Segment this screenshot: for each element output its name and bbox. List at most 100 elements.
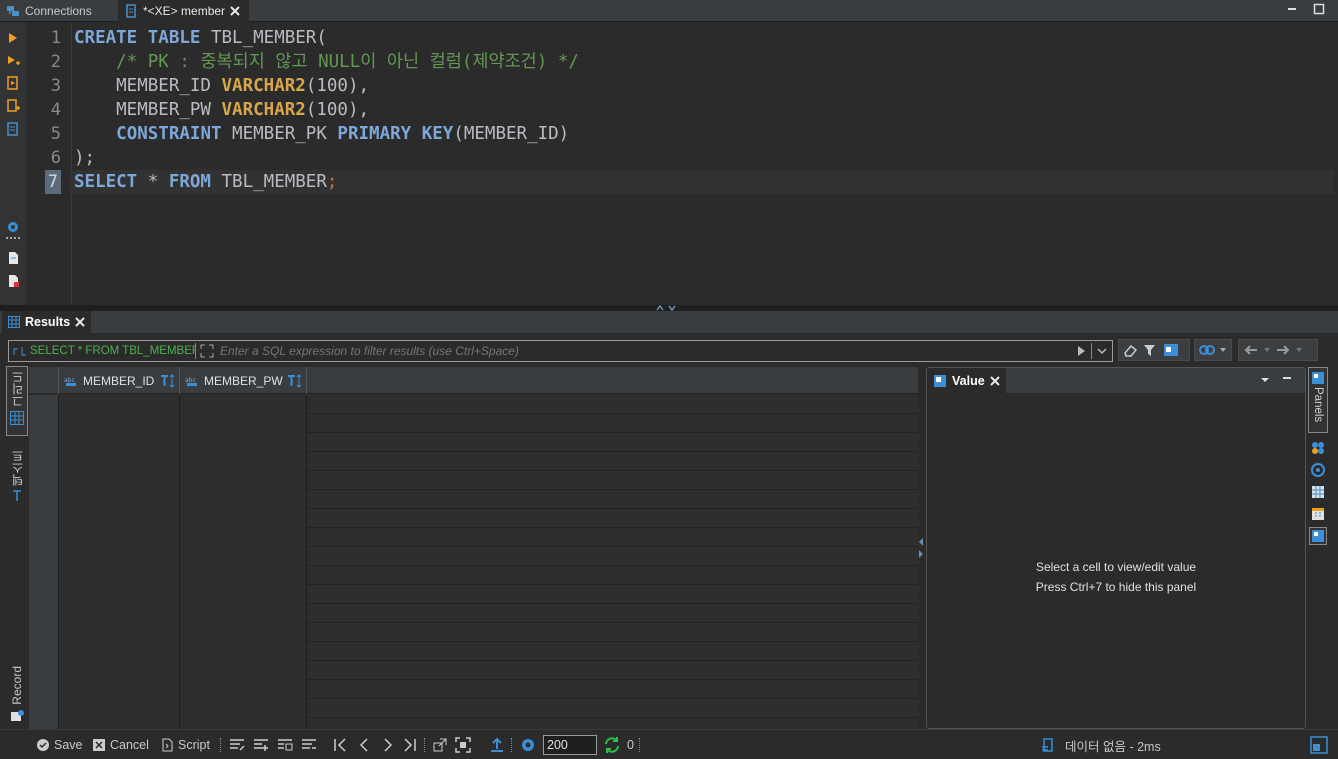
chevron-down-icon[interactable] [1295, 346, 1303, 354]
document-icon[interactable] [6, 251, 20, 265]
table-cell[interactable] [180, 395, 307, 414]
edit-row-icon[interactable] [229, 737, 245, 753]
table-cell[interactable] [59, 528, 180, 547]
copy-row-icon[interactable] [277, 737, 293, 753]
table-row[interactable] [29, 547, 918, 566]
previous-page-icon[interactable] [357, 737, 371, 753]
table-cell[interactable] [59, 699, 180, 718]
table-cell[interactable] [180, 509, 307, 528]
table-cell[interactable] [59, 509, 180, 528]
row-number-cell[interactable] [29, 623, 59, 642]
table-row[interactable] [29, 414, 918, 433]
row-number-cell[interactable] [29, 699, 59, 718]
table-cell[interactable] [59, 680, 180, 699]
table-row[interactable] [29, 452, 918, 471]
table-cell[interactable] [180, 528, 307, 547]
table-cell[interactable] [180, 661, 307, 680]
table-cell[interactable] [59, 471, 180, 490]
table-cell[interactable] [180, 623, 307, 642]
table-cell[interactable] [180, 433, 307, 452]
table-cell[interactable] [59, 642, 180, 661]
column-header-member-id[interactable]: abc MEMBER_ID [59, 367, 180, 394]
next-page-icon[interactable] [381, 737, 395, 753]
back-arrow-icon[interactable] [1243, 344, 1259, 356]
last-page-icon[interactable] [403, 737, 417, 753]
gear-icon[interactable] [520, 737, 536, 753]
save-button[interactable]: Save [36, 736, 83, 754]
apply-filter-icon[interactable] [1075, 345, 1087, 357]
export-icon[interactable] [489, 737, 505, 753]
table-cell[interactable] [59, 414, 180, 433]
table-row[interactable] [29, 509, 918, 528]
chevron-down-icon[interactable] [1263, 346, 1271, 354]
tab-value[interactable]: Value [927, 368, 1006, 393]
row-number-cell[interactable] [29, 471, 59, 490]
execute-script-new-tab-icon[interactable] [6, 99, 20, 113]
execute-statement-icon[interactable] [6, 31, 20, 45]
add-row-icon[interactable] [253, 737, 269, 753]
row-number-cell[interactable] [29, 585, 59, 604]
tab-results[interactable]: Results [2, 311, 92, 333]
row-number-cell[interactable] [29, 433, 59, 452]
row-number-cell[interactable] [29, 680, 59, 699]
table-row[interactable] [29, 566, 918, 585]
table-cell[interactable] [180, 566, 307, 585]
table-cell[interactable] [180, 471, 307, 490]
results-grid[interactable]: abc MEMBER_ID abc MEMBER_PW [29, 367, 918, 729]
table-row[interactable] [29, 490, 918, 509]
close-icon[interactable] [75, 317, 85, 327]
tab-panels[interactable]: Panels [1308, 367, 1328, 433]
table-cell[interactable] [59, 566, 180, 585]
link-icon[interactable] [1199, 343, 1215, 357]
tab-record[interactable]: Record [6, 666, 28, 728]
code-line[interactable]: MEMBER_ID VARCHAR2(100), [74, 74, 369, 98]
filter-settings-icon[interactable] [1143, 343, 1159, 357]
first-page-icon[interactable] [333, 737, 347, 753]
table-cell[interactable] [180, 490, 307, 509]
table-cell[interactable] [59, 547, 180, 566]
table-cell[interactable] [59, 433, 180, 452]
calendar-icon[interactable] [1311, 507, 1325, 521]
table-cell[interactable] [59, 604, 180, 623]
close-icon[interactable] [989, 375, 1000, 386]
row-number-cell[interactable] [29, 490, 59, 509]
tab-grid[interactable]: 그리드 [6, 366, 28, 436]
execute-script-icon[interactable] [6, 76, 20, 90]
explain-plan-icon[interactable] [6, 122, 20, 136]
code-line[interactable]: MEMBER_PW VARCHAR2(100), [74, 98, 369, 122]
row-number-cell[interactable] [29, 547, 59, 566]
table-cell[interactable] [59, 452, 180, 471]
table-row[interactable] [29, 585, 918, 604]
script-button[interactable]: Script [160, 736, 210, 754]
chevron-down-icon[interactable] [1096, 345, 1108, 357]
tab-connections[interactable]: Connections [0, 0, 116, 22]
gear-icon[interactable] [6, 220, 20, 234]
collapse-panel-arrows-icon[interactable] [917, 537, 925, 559]
code-line[interactable]: CREATE TABLE TBL_MEMBER( [74, 26, 327, 50]
filter-history[interactable]: SELECT * FROM TBL_MEMBER [9, 345, 195, 357]
code-line[interactable]: CONSTRAINT MEMBER_PK PRIMARY KEY(MEMBER_… [74, 122, 569, 146]
table-row[interactable] [29, 433, 918, 452]
table-cell[interactable] [180, 718, 307, 729]
sort-filter-icon[interactable] [287, 373, 303, 388]
value-viewer-icon[interactable] [1309, 527, 1327, 545]
table-cell[interactable] [180, 642, 307, 661]
row-number-cell[interactable] [29, 395, 59, 414]
maximize-icon[interactable] [1313, 3, 1325, 15]
minimize-icon[interactable] [1281, 374, 1293, 382]
filter-input[interactable] [214, 341, 1075, 361]
delete-row-icon[interactable] [301, 737, 317, 753]
table-cell[interactable] [59, 490, 180, 509]
cancel-button[interactable]: Cancel [92, 736, 149, 754]
chevron-down-icon[interactable] [1260, 376, 1270, 384]
table-cell[interactable] [180, 699, 307, 718]
fetch-size-input[interactable] [543, 735, 597, 755]
code-line[interactable]: SELECT * FROM TBL_MEMBER; [70, 170, 1334, 194]
table-cell[interactable] [180, 547, 307, 566]
table-row[interactable] [29, 680, 918, 699]
close-icon[interactable] [230, 6, 240, 16]
detach-icon[interactable] [432, 737, 448, 753]
row-number-cell[interactable] [29, 718, 59, 729]
metadata-icon[interactable] [1311, 441, 1325, 455]
table-row[interactable] [29, 699, 918, 718]
